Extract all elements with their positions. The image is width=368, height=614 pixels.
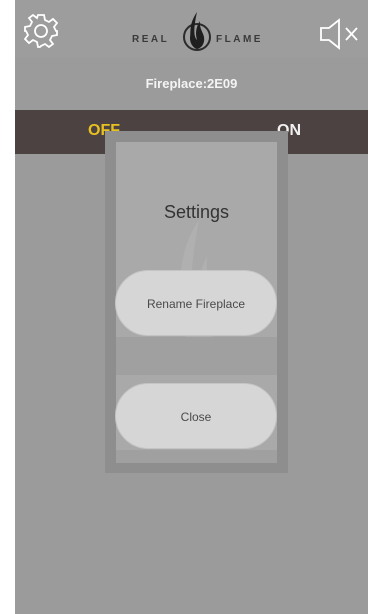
logo-text-right: FLAME xyxy=(216,34,263,45)
fireplace-name: Fireplace:2E09 xyxy=(145,76,238,91)
logo-text-left: REAL xyxy=(132,34,170,45)
dialog-footer xyxy=(116,450,277,463)
brand-logo: REAL FLAME xyxy=(130,8,260,56)
close-button[interactable]: Close xyxy=(115,383,277,449)
dialog-divider xyxy=(116,337,277,375)
flame-icon xyxy=(183,12,211,51)
gear-icon[interactable] xyxy=(22,12,60,50)
top-bar: REAL FLAME xyxy=(15,0,368,58)
rename-fireplace-button[interactable]: Rename Fireplace xyxy=(115,270,277,336)
app-screen: REAL FLAME Fireplace:2E09 OFF ON Setting… xyxy=(15,0,368,614)
speaker-muted-icon[interactable] xyxy=(319,18,368,50)
